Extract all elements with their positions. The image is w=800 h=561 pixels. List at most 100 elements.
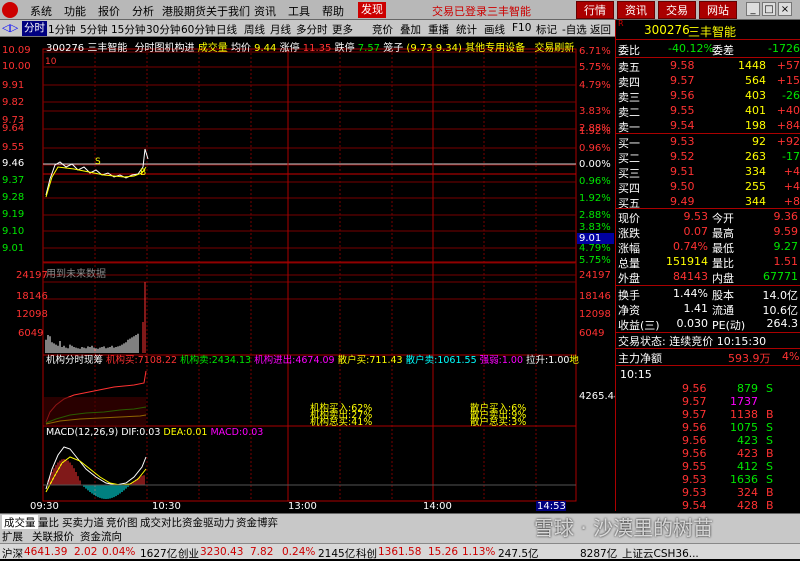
stat-label: 涨跌: [618, 227, 640, 240]
stat-value: 9.36: [773, 210, 799, 223]
tool-week[interactable]: 周线: [244, 22, 265, 37]
tab-quote[interactable]: 行情: [576, 1, 614, 19]
price-tick: 10.00: [2, 61, 31, 72]
tool-day[interactable]: 日线: [216, 22, 237, 37]
stock-logo-icon: R: [618, 19, 624, 28]
stat-value: 151914: [666, 255, 708, 268]
menu-tools[interactable]: 工具: [288, 3, 310, 19]
tool-mark[interactable]: 标记: [536, 22, 557, 37]
tab-volume[interactable]: 成交量: [2, 515, 38, 530]
inst-net-value: 4674.09: [295, 355, 335, 366]
tool-5min[interactable]: 5分钟: [80, 22, 108, 37]
tool-stats[interactable]: 统计: [456, 22, 477, 37]
minimize-icon[interactable]: _: [746, 2, 760, 16]
tab-trade-compare[interactable]: 成交对比: [140, 515, 182, 530]
menu-help[interactable]: 帮助: [322, 3, 344, 19]
tool-return[interactable]: 返回: [590, 22, 611, 37]
tab-fund-drive[interactable]: 资金驱动力: [182, 515, 235, 530]
buy-price: 9.50: [670, 180, 695, 193]
tick-flag: B: [766, 486, 774, 499]
pct-tick: 3.83%: [579, 222, 611, 233]
pct-tick: 0.96%: [579, 143, 611, 154]
tab-extend[interactable]: 扩展: [2, 529, 23, 544]
tool-1min[interactable]: 1分钟: [48, 22, 76, 37]
tab-buy-sell-force[interactable]: 买卖力道: [62, 515, 104, 530]
tab-fund-game[interactable]: 资金博弈: [236, 515, 278, 530]
ratio-label: 强弱:: [479, 355, 502, 366]
intraday-chart[interactable]: 300276 三丰智能 分时图机构进 成交量 均价 9.44 涨停 11.35 …: [0, 37, 620, 512]
tick-flag: S: [766, 473, 773, 486]
inst-header: 机构分时现筹 机构买:7108.22 机构卖:2434.13 机构进出:4674…: [46, 352, 579, 366]
kc-pct: 1.13%: [462, 546, 496, 558]
menu-function[interactable]: 功能: [64, 3, 86, 19]
tool-more[interactable]: 更多: [332, 22, 353, 37]
pct-tick: 6.71%: [579, 46, 611, 57]
stat-value: 1.44%: [673, 287, 708, 300]
stat-value: 10.6亿: [762, 304, 799, 317]
tab-auction-chart[interactable]: 竞价图: [106, 515, 138, 530]
vol-tick: 18146: [16, 291, 48, 302]
tool-month[interactable]: 月线: [270, 22, 291, 37]
tab-related-quote[interactable]: 关联报价: [32, 529, 74, 544]
tick-flag: S: [766, 421, 773, 434]
pull-value: 1.00: [548, 355, 570, 366]
menu-analysis[interactable]: 分析: [132, 3, 154, 19]
tab-news[interactable]: 资讯: [617, 1, 655, 19]
tab-fund-flow[interactable]: 资金流向: [80, 529, 122, 544]
menu-discover[interactable]: 发现: [358, 2, 386, 18]
menu-quote[interactable]: 报价: [98, 3, 120, 19]
tick-volume: 412: [737, 460, 758, 473]
pct-tick: 1.92%: [579, 126, 611, 137]
sell-marker: S: [95, 157, 101, 167]
stat-label: 净资: [618, 304, 640, 317]
tool-f10[interactable]: F10: [512, 22, 531, 34]
tool-60min[interactable]: 60分钟: [181, 22, 215, 37]
maximize-icon[interactable]: □: [762, 2, 776, 16]
main-net-pct: 4%: [782, 350, 800, 363]
tool-multi-intraday[interactable]: 多分时: [296, 22, 328, 37]
price-tick: 9.19: [2, 209, 25, 220]
industry-label[interactable]: 其他专用设备: [465, 43, 525, 54]
tool-overlay[interactable]: 叠加: [400, 22, 421, 37]
price-tick: 10.09: [2, 45, 31, 56]
tab-website[interactable]: 网站: [699, 1, 737, 19]
stat-value: 14.0亿: [762, 289, 799, 302]
buy-level-label: 买三: [618, 167, 640, 180]
chart-header: 300276 三丰智能 分时图机构进 成交量 均价 9.44 涨停 11.35 …: [46, 39, 574, 54]
tick-price: 9.57: [682, 408, 707, 421]
range-label: 笼子: [383, 43, 404, 54]
tool-30min[interactable]: 30分钟: [146, 22, 180, 37]
tool-15min[interactable]: 15分钟: [111, 22, 145, 37]
vol-tick: 24197: [16, 270, 48, 281]
chart-stock-name: 三丰智能: [87, 43, 128, 54]
range-value: (9.73 9.34): [406, 43, 462, 54]
tool-draw[interactable]: 画线: [484, 22, 505, 37]
sell-change: +15: [776, 74, 800, 87]
tick-flag: S: [766, 382, 773, 395]
back-arrow-icon[interactable]: ◁▷: [2, 22, 18, 34]
tab-volume-ratio[interactable]: 量比: [38, 515, 59, 530]
tool-intraday[interactable]: 分时: [22, 21, 47, 36]
tool-watchlist[interactable]: -自选: [562, 22, 587, 37]
buy-volume: 255: [745, 180, 766, 193]
vol-tick: 12098: [16, 309, 48, 320]
tick-volume: 324: [737, 486, 758, 499]
quote-title: R 300276 三丰智能: [616, 19, 800, 40]
close-icon[interactable]: ×: [778, 2, 792, 16]
sell-level-label: 卖二: [618, 106, 640, 119]
price-tick: 9.46: [2, 158, 25, 169]
menu-about[interactable]: 关于我们: [206, 3, 250, 19]
menu-hk-futures[interactable]: 港股期货: [162, 3, 206, 19]
tool-replay[interactable]: 重播: [428, 22, 449, 37]
quote-name: 三丰智能: [688, 25, 737, 39]
tick-price: 9.53: [682, 486, 707, 499]
tab-trade[interactable]: 交易: [658, 1, 696, 19]
trade-refresh-button[interactable]: 交易刷新: [534, 43, 574, 54]
menu-bar: 系统 功能 报价 分析 港股期货 关于我们 资讯 工具 帮助 发现 交易已登录 …: [0, 0, 800, 20]
tool-auction[interactable]: 竞价: [372, 22, 393, 37]
ten-marker: 10: [45, 57, 57, 67]
menu-system[interactable]: 系统: [30, 3, 52, 19]
menu-news[interactable]: 资讯: [254, 3, 276, 19]
price-tick: 9.28: [2, 192, 25, 203]
sh-pct: 0.04%: [102, 546, 136, 558]
